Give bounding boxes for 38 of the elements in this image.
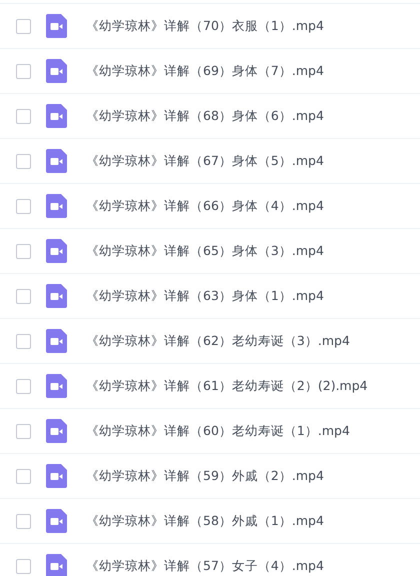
checkbox[interactable]: [16, 288, 31, 304]
file-name[interactable]: 《幼学琼林》详解（65）身体（3）.mp4: [86, 242, 324, 260]
video-file-icon: [46, 329, 67, 353]
video-file-icon: [46, 374, 67, 398]
file-name[interactable]: 《幼学琼林》详解（66）身体（4）.mp4: [86, 198, 324, 214]
checkbox[interactable]: [16, 154, 31, 168]
checkbox[interactable]: [16, 378, 31, 394]
checkbox[interactable]: [16, 244, 31, 258]
file-name[interactable]: 《幼学琼林》详解（61）老幼寿诞（2）(2).mp4: [86, 378, 368, 394]
checkbox[interactable]: [16, 18, 31, 34]
checkbox[interactable]: [16, 468, 31, 484]
file-name[interactable]: 《幼学琼林》详解（62）老幼寿诞（3）.mp4: [86, 332, 350, 350]
file-name[interactable]: 《幼学琼林》详解（68）身体（6）.mp4: [86, 108, 324, 124]
file-name[interactable]: 《幼学琼林》详解（67）身体（5）.mp4: [86, 152, 324, 170]
video-file-icon: [46, 14, 67, 38]
file-name[interactable]: 《幼学琼林》详解（59）外戚（2）.mp4: [86, 468, 324, 484]
video-file-icon: [46, 284, 67, 308]
file-name[interactable]: 《幼学琼林》详解（63）身体（1）.mp4: [86, 288, 324, 304]
video-file-icon: [46, 59, 67, 83]
video-file-icon: [46, 464, 67, 488]
checkbox[interactable]: [16, 558, 31, 574]
checkbox[interactable]: [16, 64, 31, 78]
video-file-icon: [46, 149, 67, 173]
video-file-icon: [46, 419, 67, 443]
checkbox[interactable]: [16, 198, 31, 214]
file-name[interactable]: 《幼学琼林》详解（58）外戚（1）.mp4: [86, 512, 324, 530]
checkbox[interactable]: [16, 424, 31, 438]
file-name[interactable]: 《幼学琼林》详解（60）老幼寿诞（1）.mp4: [86, 422, 350, 440]
checkbox[interactable]: [16, 514, 31, 528]
file-name[interactable]: 《幼学琼林》详解（57）女子（4）.mp4: [86, 558, 324, 574]
file-name[interactable]: 《幼学琼林》详解（69）身体（7）.mp4: [86, 62, 324, 80]
video-file-icon: [46, 194, 67, 218]
video-file-icon: [46, 239, 67, 263]
video-file-icon: [46, 509, 67, 533]
checkbox[interactable]: [16, 334, 31, 348]
file-name[interactable]: 《幼学琼林》详解（70）衣服（1）.mp4: [86, 18, 324, 34]
video-file-icon: [46, 104, 67, 128]
checkbox[interactable]: [16, 108, 31, 124]
